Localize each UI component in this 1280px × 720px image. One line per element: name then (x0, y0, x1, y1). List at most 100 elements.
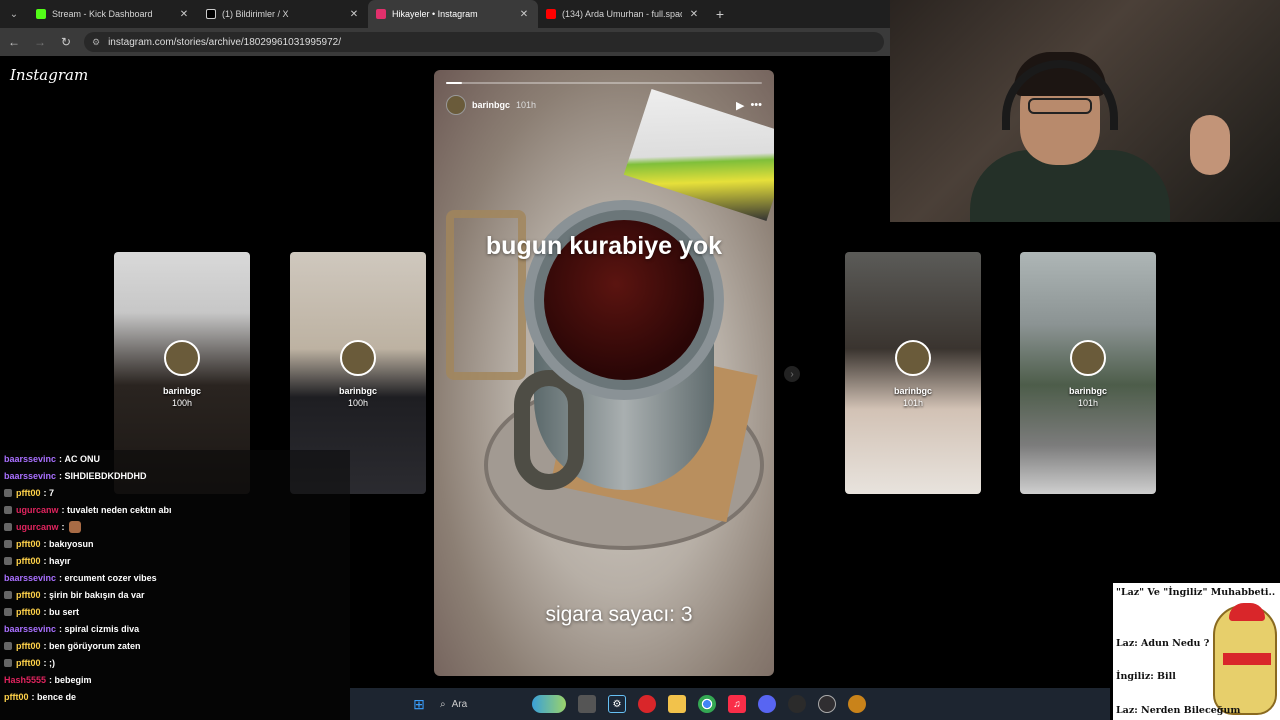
user-badge-icon (4, 658, 12, 667)
story-progress-bar (446, 82, 762, 84)
task-view-icon[interactable] (578, 695, 596, 713)
steam-icon[interactable]: ⚙ (608, 695, 626, 713)
meme-line: Laz: Nerden Bileceğum (1116, 705, 1241, 716)
chat-username: ugurcanw (16, 504, 59, 515)
close-tab-icon[interactable]: ✕ (178, 9, 190, 20)
avatar (1070, 340, 1106, 376)
story-thumbnail[interactable]: barinbgc 101h (845, 252, 981, 494)
user-badge-icon (4, 607, 12, 616)
tab-x-notifications[interactable]: (1) Bildirimler / X ✕ (198, 0, 368, 28)
chrome-icon[interactable] (698, 695, 716, 713)
obs-icon[interactable] (818, 695, 836, 713)
address-bar: ← → ↻ ⚙ instagram.com/stories/archive/18… (0, 28, 890, 56)
tab-kick-dashboard[interactable]: Stream - Kick Dashboard ✕ (28, 0, 198, 28)
story-text-bottom: sigara sayacı: 3 (545, 603, 693, 626)
search-label: Ara (451, 698, 468, 710)
url-input[interactable]: ⚙ instagram.com/stories/archive/18029961… (84, 32, 884, 52)
chat-message: pfft00: şirin bir bakışın da var (0, 586, 350, 603)
avatar[interactable] (446, 95, 466, 115)
music-icon[interactable]: ♫ (728, 695, 746, 713)
user-badge-icon (4, 556, 12, 565)
chat-username: pfft00 (16, 487, 41, 498)
chat-username: pfft00 (16, 640, 41, 651)
chat-username: pfft00 (16, 657, 41, 668)
back-arrow-icon[interactable]: ← (6, 35, 22, 49)
chat-message: ugurcanw: tuvaletı neden cektın abı (0, 501, 350, 518)
chat-message: baarssevinc: SIHDIEBDKDHDHD (0, 467, 350, 484)
chat-username: baarssevinc (4, 470, 57, 481)
windows-start-icon[interactable]: ⊞ (410, 695, 428, 713)
chat-message: baarssevinc: ercument cozer vibes (0, 569, 350, 586)
chat-text: ;) (49, 657, 55, 668)
chat-message: pfft00: bence de (0, 688, 350, 705)
next-story-chevron-icon[interactable]: › (784, 366, 800, 382)
youtube-favicon-icon (546, 9, 556, 19)
app-red-icon[interactable] (638, 695, 656, 713)
chat-text: bu sert (49, 606, 80, 617)
tab-search-menu-icon[interactable]: ⌄ (0, 0, 28, 28)
app-orange-icon[interactable] (848, 695, 866, 713)
chat-message: pfft00: bakıyosun (0, 535, 350, 552)
chat-message: pfft00: 7 (0, 484, 350, 501)
story-username[interactable]: barinbgc (472, 100, 510, 110)
tab-youtube[interactable]: (134) Arda Umurhan - full.space ✕ (538, 0, 708, 28)
instagram-favicon-icon (376, 9, 386, 19)
windows-taskbar: ⊞ ⌕ Ara ⚙ ♫ (350, 688, 1110, 720)
site-info-icon[interactable]: ⚙ (92, 37, 100, 48)
thumb-username: barinbgc (893, 386, 932, 396)
forward-arrow-icon[interactable]: → (32, 35, 48, 49)
active-story[interactable]: barinbgc 101h ▶ ••• bugun kurabiye yok s… (434, 70, 774, 676)
chat-username: pfft00 (16, 606, 41, 617)
new-tab-button[interactable]: + (708, 6, 732, 22)
chat-username: pfft00 (16, 589, 41, 600)
chat-text: bakıyosun (49, 538, 94, 549)
chat-message: pfft00: hayır (0, 552, 350, 569)
close-tab-icon[interactable]: ✕ (688, 9, 700, 20)
more-options-icon[interactable]: ••• (750, 99, 762, 111)
streamer-hand (1190, 115, 1230, 175)
thumb-time: 101h (902, 398, 924, 408)
avatar (164, 340, 200, 376)
meme-title: "Laz" Ve "İngiliz" Muhabbeti.. (1116, 587, 1276, 598)
search-highlight-icon[interactable] (532, 695, 566, 713)
x-favicon-icon (206, 9, 216, 19)
chat-text: bebegim (54, 674, 92, 685)
tab-label: Stream - Kick Dashboard (52, 9, 153, 19)
story-header: barinbgc 101h ▶ ••• (446, 94, 762, 116)
chat-username: Hash5555 (4, 674, 47, 685)
chat-text: SIHDIEBDKDHDHD (64, 470, 147, 481)
emote-icon (68, 520, 81, 533)
chat-message: pfft00: bu sert (0, 603, 350, 620)
app-dark-icon[interactable] (788, 695, 806, 713)
story-thumbnail[interactable]: barinbgc 101h (1020, 252, 1156, 494)
tab-instagram-stories[interactable]: Hikayeler • Instagram ✕ (368, 0, 538, 28)
chat-text: ben görüyorum zaten (49, 640, 141, 651)
close-tab-icon[interactable]: ✕ (518, 9, 530, 20)
discord-icon[interactable] (758, 695, 776, 713)
reload-icon[interactable]: ↻ (58, 35, 74, 49)
stream-chat: baarssevinc: AC ONU baarssevinc: SIHDIEB… (0, 450, 350, 720)
tab-label: Hikayeler • Instagram (392, 9, 478, 19)
chat-text: bence de (37, 691, 77, 702)
user-badge-icon (4, 522, 12, 531)
file-explorer-icon[interactable] (668, 695, 686, 713)
chat-username: pfft00 (16, 555, 41, 566)
story-text-top: bugun kurabiye yok (485, 232, 723, 260)
chat-username: pfft00 (4, 691, 29, 702)
play-icon[interactable]: ▶ (736, 99, 744, 112)
scarf-shape (1223, 653, 1271, 665)
meme-overlay: "Laz" Ve "İngiliz" Muhabbeti.. Laz: Adun… (1113, 583, 1280, 720)
chat-text: tuvaletı neden cektın abı (67, 504, 172, 515)
url-text: instagram.com/stories/archive/1802996103… (108, 36, 342, 48)
chat-message: pfft00: ;) (0, 654, 350, 671)
chat-username: baarssevinc (4, 572, 57, 583)
user-badge-icon (4, 488, 12, 497)
chat-text: şirin bir bakışın da var (49, 589, 145, 600)
taskbar-search[interactable]: ⌕ Ara (440, 694, 520, 714)
chat-text: AC ONU (64, 453, 101, 464)
glasses-icon (1028, 98, 1092, 114)
story-progress-fill (446, 82, 462, 84)
close-tab-icon[interactable]: ✕ (348, 9, 360, 20)
instagram-logo[interactable]: Instagram (10, 66, 88, 84)
chat-message: baarssevinc: AC ONU (0, 450, 350, 467)
